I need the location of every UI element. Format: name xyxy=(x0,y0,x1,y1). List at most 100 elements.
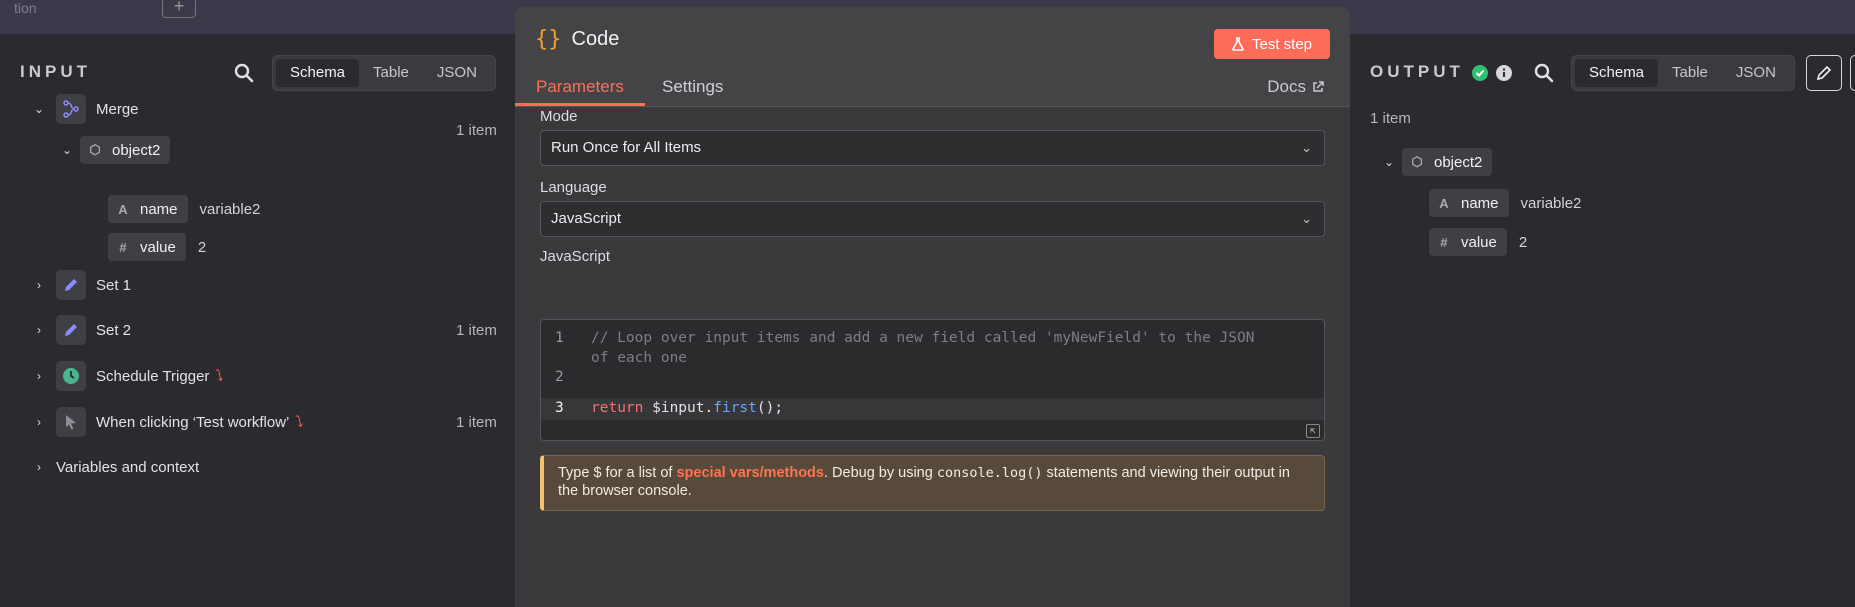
output-tab-json[interactable]: JSON xyxy=(1722,59,1790,87)
test-step-label: Test step xyxy=(1251,35,1313,53)
code-editor[interactable]: 1 // Loop over input items and add a new… xyxy=(540,319,1325,441)
input-variables-context[interactable]: › Variables and context xyxy=(32,452,199,482)
tab-parameters[interactable]: Parameters xyxy=(536,77,624,97)
language-value: JavaScript xyxy=(551,210,622,227)
test-step-button[interactable]: Test step xyxy=(1214,29,1330,59)
field-key: value xyxy=(1461,233,1497,251)
output-field-row: A name variable2 xyxy=(1429,188,1581,218)
object-tag: ⬡ object2 xyxy=(1402,148,1493,176)
line-number: 2 xyxy=(555,369,564,385)
input-panel: INPUT Schema Table JSON ⌄ Merge 1 item ⌄… xyxy=(0,34,515,602)
active-tab-indicator xyxy=(515,103,645,106)
notice-middle: . Debug by using xyxy=(823,465,937,481)
add-node-button[interactable]: + xyxy=(162,0,196,18)
special-vars-link[interactable]: special vars/methods xyxy=(676,465,824,481)
string-type-icon: A xyxy=(1439,195,1449,211)
input-object-row[interactable]: ⌄ ⬡ object2 xyxy=(60,135,171,165)
chevron-right-icon[interactable]: › xyxy=(32,369,46,383)
output-object-row[interactable]: ⌄ ⬡ object2 xyxy=(1382,147,1493,177)
info-icon[interactable] xyxy=(1496,65,1512,81)
chevron-down-icon[interactable]: ⌄ xyxy=(32,102,46,116)
input-node-manual-trigger[interactable]: › When clicking ‘Test workflow’ ⭝ xyxy=(32,407,303,437)
notice-prefix: Type $ for a list of xyxy=(558,465,677,481)
number-type-icon: # xyxy=(1440,234,1448,250)
input-field-row: A name variable2 xyxy=(108,194,260,224)
pin-data-button[interactable] xyxy=(1850,55,1855,91)
language-select[interactable]: JavaScript ⌄ xyxy=(540,201,1325,237)
line-number: 3 xyxy=(555,400,564,416)
flask-icon xyxy=(1232,37,1244,51)
pencil-icon xyxy=(56,315,86,345)
number-type-icon: # xyxy=(119,239,127,255)
chevron-right-icon[interactable]: › xyxy=(32,278,46,292)
field-value: 2 xyxy=(197,238,207,256)
node-label: When clicking ‘Test workflow’ xyxy=(96,413,290,431)
chevron-down-icon[interactable]: ⌄ xyxy=(1382,155,1396,169)
input-node-set1[interactable]: › Set 1 xyxy=(32,270,131,300)
chevron-down-icon: ⌄ xyxy=(1301,211,1312,226)
search-icon[interactable] xyxy=(234,63,254,83)
output-view-switcher: Schema Table JSON xyxy=(1571,55,1795,91)
object-name: object2 xyxy=(112,141,161,159)
chevron-right-icon[interactable]: › xyxy=(32,323,46,337)
code-function: first xyxy=(713,400,757,416)
resize-handle-icon[interactable]: ⇱ xyxy=(1306,424,1320,438)
node-item-count: 1 item xyxy=(456,322,497,339)
input-tab-table[interactable]: Table xyxy=(359,59,423,87)
string-type-icon: A xyxy=(118,201,128,217)
input-node-merge[interactable]: ⌄ Merge xyxy=(32,94,139,124)
chevron-right-icon[interactable]: › xyxy=(32,415,46,429)
mode-label: Mode xyxy=(540,108,578,125)
cube-icon: ⬡ xyxy=(89,142,101,157)
output-panel: OUTPUT Schema Table JSON 1 item ⌄ ⬡ obje… xyxy=(1350,34,1855,602)
node-item-count: 1 item xyxy=(456,122,497,139)
pencil-icon xyxy=(56,270,86,300)
code-punct: (); xyxy=(756,400,784,416)
tab-settings[interactable]: Settings xyxy=(662,77,723,97)
field-key: value xyxy=(140,238,176,256)
output-tab-schema[interactable]: Schema xyxy=(1575,59,1659,87)
edit-output-button[interactable] xyxy=(1806,55,1842,91)
field-value: 2 xyxy=(1518,233,1528,251)
mode-select[interactable]: Run Once for All Items ⌄ xyxy=(540,130,1325,166)
input-title: INPUT xyxy=(20,62,91,81)
chevron-down-icon[interactable]: ⌄ xyxy=(60,143,74,157)
output-title: OUTPUT xyxy=(1370,62,1464,81)
node-label: Set 1 xyxy=(96,276,132,294)
chevron-right-icon[interactable]: › xyxy=(32,460,46,474)
trigger-bolt-icon: ⭝ xyxy=(295,414,304,431)
input-view-switcher: Schema Table JSON xyxy=(272,55,496,91)
output-field-row: # value 2 xyxy=(1429,227,1527,257)
output-tab-table[interactable]: Table xyxy=(1658,59,1722,87)
field-tag: A name xyxy=(108,195,188,223)
field-tag: A name xyxy=(1429,189,1509,217)
hint-notice: Type $ for a list of special vars/method… xyxy=(540,455,1325,511)
line-number: 1 xyxy=(555,330,564,346)
input-tab-json[interactable]: JSON xyxy=(423,59,491,87)
docs-link[interactable]: Docs xyxy=(1267,77,1324,97)
success-check-icon xyxy=(1472,65,1488,81)
object-tag: ⬡ object2 xyxy=(80,136,171,164)
trigger-bolt-icon: ⭝ xyxy=(215,368,224,385)
output-item-count: 1 item xyxy=(1370,110,1411,127)
node-label: Merge xyxy=(96,100,139,118)
notice-code: console.log() xyxy=(936,465,1043,481)
workflow-name-fragment: tion xyxy=(14,0,37,16)
search-icon[interactable] xyxy=(1534,63,1554,83)
clock-icon xyxy=(56,361,86,391)
code-node-modal: {} Code Test step Parameters Settings Do… xyxy=(515,7,1350,607)
editor-label: JavaScript xyxy=(540,248,611,265)
field-key: name xyxy=(140,200,178,218)
code-keyword: return xyxy=(591,400,644,416)
field-key: name xyxy=(1461,194,1499,212)
cursor-icon xyxy=(56,407,86,437)
field-tag: # value xyxy=(108,233,186,261)
node-label: Variables and context xyxy=(56,458,200,476)
input-node-set2[interactable]: › Set 2 xyxy=(32,315,131,345)
field-tag: # value xyxy=(1429,228,1507,256)
chevron-down-icon: ⌄ xyxy=(1301,140,1312,155)
input-tab-schema[interactable]: Schema xyxy=(276,59,360,87)
field-value: variable2 xyxy=(1520,194,1582,212)
input-node-schedule-trigger[interactable]: › Schedule Trigger ⭝ xyxy=(32,361,223,391)
modal-title-text[interactable]: Code xyxy=(572,28,620,51)
